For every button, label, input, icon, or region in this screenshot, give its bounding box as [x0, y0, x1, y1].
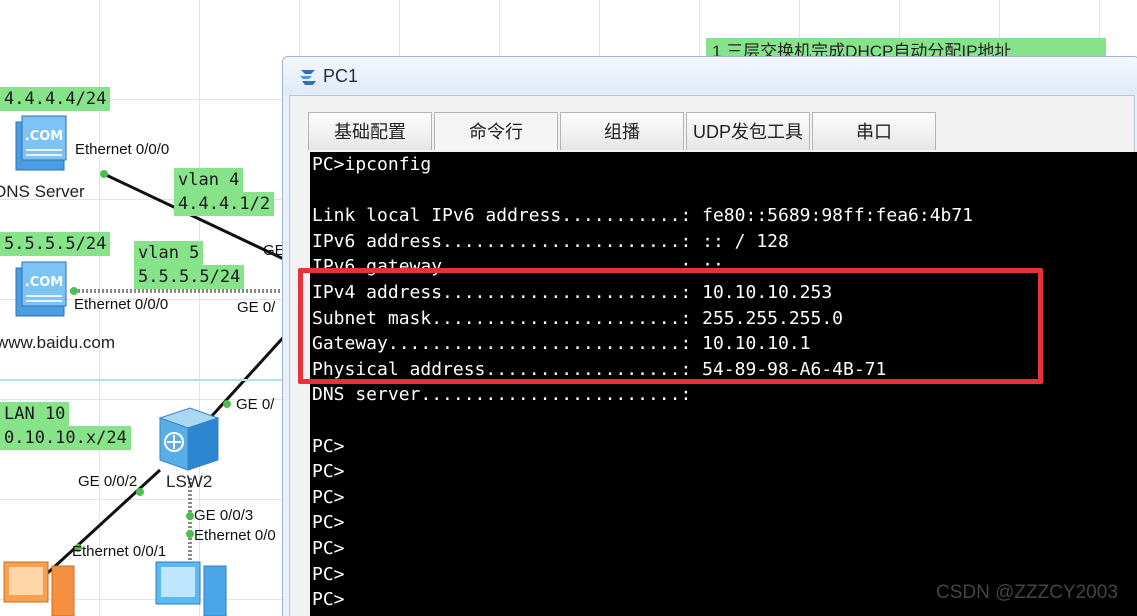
- terminal-prompt-line: PC>: [312, 512, 345, 534]
- web-server-name: www.baidu.com: [0, 333, 116, 352]
- ensp-app-icon: [297, 66, 319, 88]
- terminal-line: IPv6 address......................: :: /…: [312, 230, 789, 252]
- task-note: 1 三层交换机完成DHCP自动分配IP地址: [706, 38, 1106, 58]
- tab-udp-tool[interactable]: UDP发包工具: [686, 112, 810, 150]
- tab-serial[interactable]: 串口: [812, 112, 936, 150]
- terminal-prompt-line: PC>: [312, 486, 345, 508]
- ge-port-label: GE 0/: [237, 299, 276, 316]
- vlan5-ip-label: 5.5.5.5/24: [134, 265, 245, 289]
- port-dot: [100, 170, 108, 178]
- window-titlebar[interactable]: PC1: [283, 57, 1137, 95]
- svg-text:.COM: .COM: [25, 275, 63, 290]
- csdn-watermark: CSDN @ZZZCY2003: [936, 582, 1118, 603]
- port-dot: [186, 530, 194, 538]
- server-com-icon[interactable]: .COM: [10, 256, 70, 320]
- dns-port-label: Ethernet 0/0/0: [75, 141, 170, 158]
- terminal-output[interactable]: PC>ipconfig Link local IPv6 address.....…: [310, 152, 1137, 616]
- vlan4-ip-label: 4.4.4.1/2: [174, 192, 275, 216]
- dns-server-name: DNS Server: [0, 182, 85, 201]
- server-com-icon[interactable]: .COM: [10, 110, 70, 174]
- tab-basic-config[interactable]: 基础配置: [308, 112, 432, 150]
- terminal-line: Link local IPv6 address...........: fe80…: [312, 205, 974, 227]
- ge003-label: GE 0/0/3: [194, 507, 254, 524]
- ipv4-highlight-annotation: [298, 268, 1043, 384]
- ge002-label: GE 0/0/2: [78, 473, 138, 490]
- pc-icon[interactable]: [150, 556, 230, 616]
- port-dot: [186, 512, 194, 520]
- dns-ip-label: 4.4.4.4/24: [0, 87, 111, 111]
- ge-port-label: GE 0/: [236, 396, 275, 413]
- switch-icon[interactable]: [150, 404, 222, 474]
- terminal-prompt-line: PC>: [312, 537, 345, 559]
- web-ip-label: 5.5.5.5/24: [0, 232, 111, 256]
- terminal-line: PC>ipconfig: [312, 154, 432, 175]
- terminal-prompt-line: PC>: [312, 435, 345, 457]
- port-dot: [223, 400, 231, 408]
- terminal-prompt-line: PC>: [312, 461, 345, 483]
- vlan4-title-label: vlan 4: [174, 168, 244, 192]
- vlan5-title-label: vlan 5: [134, 241, 204, 265]
- terminal-line: DNS server........................:: [312, 384, 692, 406]
- vlan10-ip-label: 0.10.10.x/24: [0, 426, 131, 450]
- lsw2-name: LSW2: [166, 472, 213, 491]
- svg-text:.COM: .COM: [25, 129, 63, 144]
- pc-icon[interactable]: [0, 556, 80, 616]
- web-port-label: Ethernet 0/0/0: [74, 296, 169, 313]
- port-dot: [70, 287, 78, 295]
- tab-command-line[interactable]: 命令行: [434, 112, 558, 150]
- tab-multicast[interactable]: 组播: [560, 112, 684, 150]
- eth-right-label: Ethernet 0/0: [194, 527, 276, 544]
- vlan10-title-label: LAN 10: [0, 402, 70, 426]
- window-title: PC1: [323, 66, 359, 86]
